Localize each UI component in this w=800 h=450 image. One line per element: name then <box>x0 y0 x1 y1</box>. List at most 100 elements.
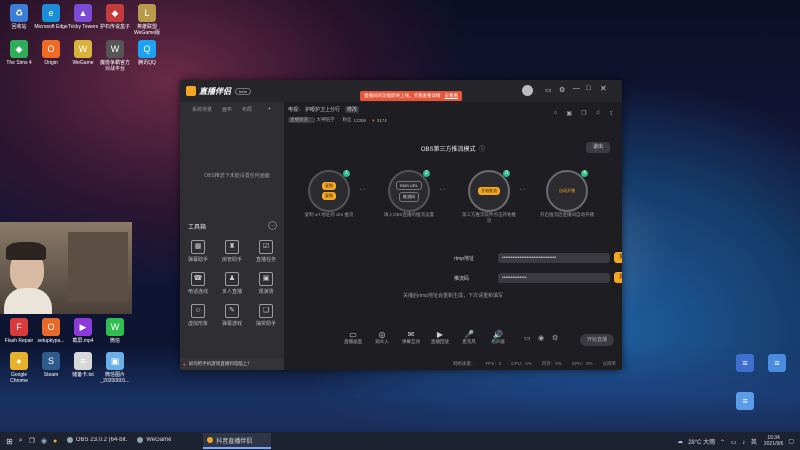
more-tools-icon[interactable]: … <box>268 221 277 230</box>
start-stream-button[interactable]: 开始直播 <box>580 334 614 346</box>
desktop-icon[interactable]: W 魔兽争霸官方对战平台 <box>98 40 132 72</box>
chrome-taskbar-icon[interactable]: ● <box>53 438 57 445</box>
notice-text: 直播间的功能即将上线，点我查看详情 <box>364 93 441 98</box>
bottom-toolbar-icon: ▶ <box>436 330 444 339</box>
help-icon[interactable]: ⓘ <box>479 147 485 153</box>
taskbar-app[interactable]: WeGame <box>133 433 201 449</box>
desktop-icon[interactable]: ≡ <box>728 392 762 412</box>
key-copy-button[interactable]: 复制 <box>614 272 622 283</box>
tool-label: 抽奖助手 <box>255 321 276 327</box>
search-icon[interactable]: ⌕ <box>19 437 23 445</box>
copy-icon[interactable]: ❐ <box>581 110 586 117</box>
edge-icon: e <box>42 4 60 22</box>
desktop-icon[interactable]: Q 腾讯QQ <box>130 40 164 66</box>
tool-item[interactable]: ☺ 虚拟形象 <box>184 304 212 327</box>
qq-icon: Q <box>138 40 156 58</box>
bottom-toolbar-button[interactable]: 🔊 扬声器 <box>487 330 509 345</box>
steam-taskbar-icon[interactable]: ◉ <box>41 437 47 445</box>
tool-icon: ✎ <box>225 304 239 318</box>
bottom-toolbar-button[interactable]: ◎ 观众入 <box>371 330 393 345</box>
tool-icon: ♟ <box>225 272 239 286</box>
start-icon[interactable]: ⊞ <box>6 437 13 446</box>
desktop-icon[interactable]: S Steam <box>34 352 68 378</box>
desktop-icon[interactable]: ▣ 微信图片_20200601... <box>98 352 132 384</box>
stream-key-field[interactable]: •••••••••••••• <box>498 273 610 283</box>
taskbar-app-icon <box>67 437 73 443</box>
edit-title-button[interactable]: 修改 <box>345 106 360 113</box>
task-view-icon[interactable]: ❐ <box>29 437 35 445</box>
desktop-icon[interactable]: ≡ <box>728 354 762 374</box>
tool-item[interactable]: ❏ 抽奖助手 <box>252 304 280 327</box>
taskbar-app[interactable]: OBS 23.0.2 (64-bit... <box>63 433 131 449</box>
menu-icon[interactable]: ▭ <box>545 86 552 94</box>
tab-scene[interactable]: 系统场景 <box>192 106 212 113</box>
tab-canvas[interactable]: 画布 <box>222 106 232 113</box>
mode-title: OBS第三方推流模式 ⓘ <box>284 144 622 153</box>
clock-date[interactable]: 2021/9/6 <box>764 441 783 447</box>
restore-icon[interactable]: □ <box>586 85 590 92</box>
step-arrow-icon: • • <box>440 187 445 193</box>
lock-icon[interactable]: ▣ <box>566 110 572 117</box>
gift-icon[interactable]: ⌂ <box>554 110 558 117</box>
close-icon[interactable]: ✕ <box>600 84 607 93</box>
taskbar: ⊞ ⌕ ❐ ◉ ● OBS 23.0.2 (64-bit... WeGame 抖音直… <box>0 432 800 450</box>
bottom-toolbar-button[interactable]: ✉ 弹幕互动 <box>400 330 422 345</box>
tool-icon: ❏ <box>259 304 273 318</box>
rtmp-copy-button[interactable]: 复制 <box>614 252 622 263</box>
exit-button[interactable]: 退出 <box>586 142 610 153</box>
desktop-icon[interactable]: ≡ 储备卡.txt <box>66 352 100 378</box>
desktop-icon[interactable]: L 英雄联盟 WeGame版 <box>130 4 164 36</box>
bell-icon[interactable]: ♫ <box>595 110 600 117</box>
minimize-icon[interactable]: — <box>573 85 580 92</box>
add-icon[interactable]: + <box>268 106 271 113</box>
desktop-icon[interactable]: ♻ 回收站 <box>2 4 36 30</box>
bottom-toolbar-button[interactable]: ▶ 直播回放 <box>429 330 451 345</box>
tool-item[interactable]: ☑ 直播任务 <box>252 240 280 263</box>
desktop-icon[interactable]: O Origin <box>34 40 68 66</box>
desktop-icon[interactable]: ◆ 护石传说盒子 <box>98 4 132 30</box>
taskbar-app[interactable]: 抖音直播伴侣 <box>203 433 272 449</box>
tray-icons[interactable]: ⌃ ▭ ♪ 英 <box>720 437 759 446</box>
tool-item[interactable]: ☎ 电话连线 <box>184 272 212 295</box>
desktop-icon[interactable]: ◆ The Sims 4 <box>2 40 36 66</box>
status-bar: 网络质量： FPS：0 CPU：0% 内存：0% GPU：0% 分辨率 <box>284 358 622 370</box>
notification-icon[interactable]: ▢ <box>788 438 794 445</box>
share-icon[interactable]: ⇪ <box>609 110 614 117</box>
tool-item[interactable]: ♜ 房管助手 <box>218 240 246 263</box>
desktop-icon[interactable]: ▲ Tricky Towers <box>66 4 100 30</box>
avatar[interactable] <box>522 85 533 96</box>
desktop-icon[interactable]: Osetupkypa... <box>34 318 68 344</box>
gear-icon[interactable]: ⚙ <box>552 334 558 342</box>
desktop-icon[interactable]: F Flash Repair <box>2 318 36 344</box>
mobile-stream-notice[interactable]: ● 如何把手机游戏直播到电脑上？ <box>180 358 284 370</box>
desktop-icon[interactable]: W 微信 <box>98 318 132 344</box>
taskbar-items: OBS 23.0.2 (64-bit... WeGame 抖音直播伴侣 <box>63 433 273 449</box>
bottom-toolbar-button[interactable]: 🎤 麦克风 <box>458 330 480 345</box>
desktop-icon[interactable]: ▶ 截屏.mp4 <box>66 318 100 344</box>
step-arrow-icon: • • <box>360 187 365 193</box>
desktop-icon[interactable]: ● Google Chrome <box>2 352 36 384</box>
tool-item[interactable]: ✎ 弹幕游戏 <box>218 304 246 327</box>
taskbar-app-icon <box>137 437 144 443</box>
weather-text[interactable]: 28°C 大雨 <box>688 437 715 446</box>
likes-count: 3174 <box>376 117 387 123</box>
bottom-toolbar-button[interactable]: ▭ 直播画面 <box>342 330 364 345</box>
rtmp-field[interactable]: ••••••••••••••••••••••••••••••• <box>498 253 610 263</box>
desktop-icon[interactable]: e Microsoft Edge <box>34 4 68 30</box>
tool-item[interactable]: ▦ 弹幕助手 <box>184 240 212 263</box>
desktop-icon[interactable]: W WeGame <box>66 40 100 66</box>
camera-icon[interactable]: ▭ <box>524 334 531 342</box>
step-caption: 开启推流后直播间自动开播 <box>540 212 594 217</box>
step-number-badge: 3 <box>503 170 510 177</box>
tab-layout[interactable]: 布局 <box>242 106 252 113</box>
notice-button[interactable]: 去看看 <box>445 93 459 99</box>
tool-item[interactable]: ▣ 观演场 <box>252 272 280 295</box>
eye-icon[interactable]: ◉ <box>538 334 544 342</box>
settings-icon[interactable]: ⚙ <box>559 86 565 94</box>
notice-banner[interactable]: 直播间的功能即将上线，点我查看详情 去看看 <box>360 91 462 101</box>
category-value[interactable]: 大神陪学 <box>317 117 335 123</box>
desktop-icon-label: setupkypa... <box>37 338 65 344</box>
desktop-icon[interactable]: ≡ <box>760 354 794 374</box>
tool-item[interactable]: ♟ 多人直播 <box>218 272 246 295</box>
desktop-icon-label: 回收站 <box>11 24 27 30</box>
